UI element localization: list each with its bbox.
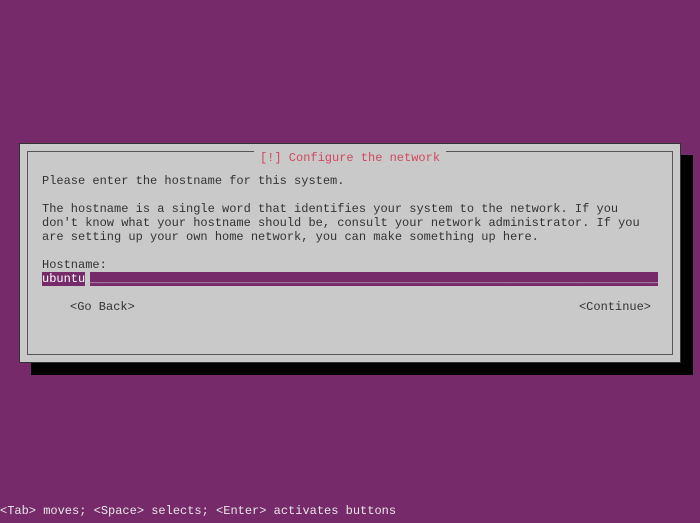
footer-help-text: <Tab> moves; <Space> selects; <Enter> ac… [0,504,396,518]
hostname-input[interactable]: ubuntu _________________________________… [42,272,658,286]
continue-button[interactable]: <Continue> [579,300,651,314]
dialog-description: The hostname is a single word that ident… [42,202,658,244]
hostname-label: Hostname: [42,258,658,272]
button-row: <Go Back> <Continue> [42,300,658,314]
dialog-prompt: Please enter the hostname for this syste… [42,174,658,188]
dialog-content: Please enter the hostname for this syste… [42,174,658,340]
dialog-border: [!] Configure the network Please enter t… [27,151,673,355]
go-back-button[interactable]: <Go Back> [70,300,135,314]
hostname-input-fill: ________________________________________… [90,272,658,286]
dialog-title: [!] Configure the network [254,151,446,165]
hostname-input-value: ubuntu [42,272,85,286]
configure-network-dialog: [!] Configure the network Please enter t… [19,143,681,363]
